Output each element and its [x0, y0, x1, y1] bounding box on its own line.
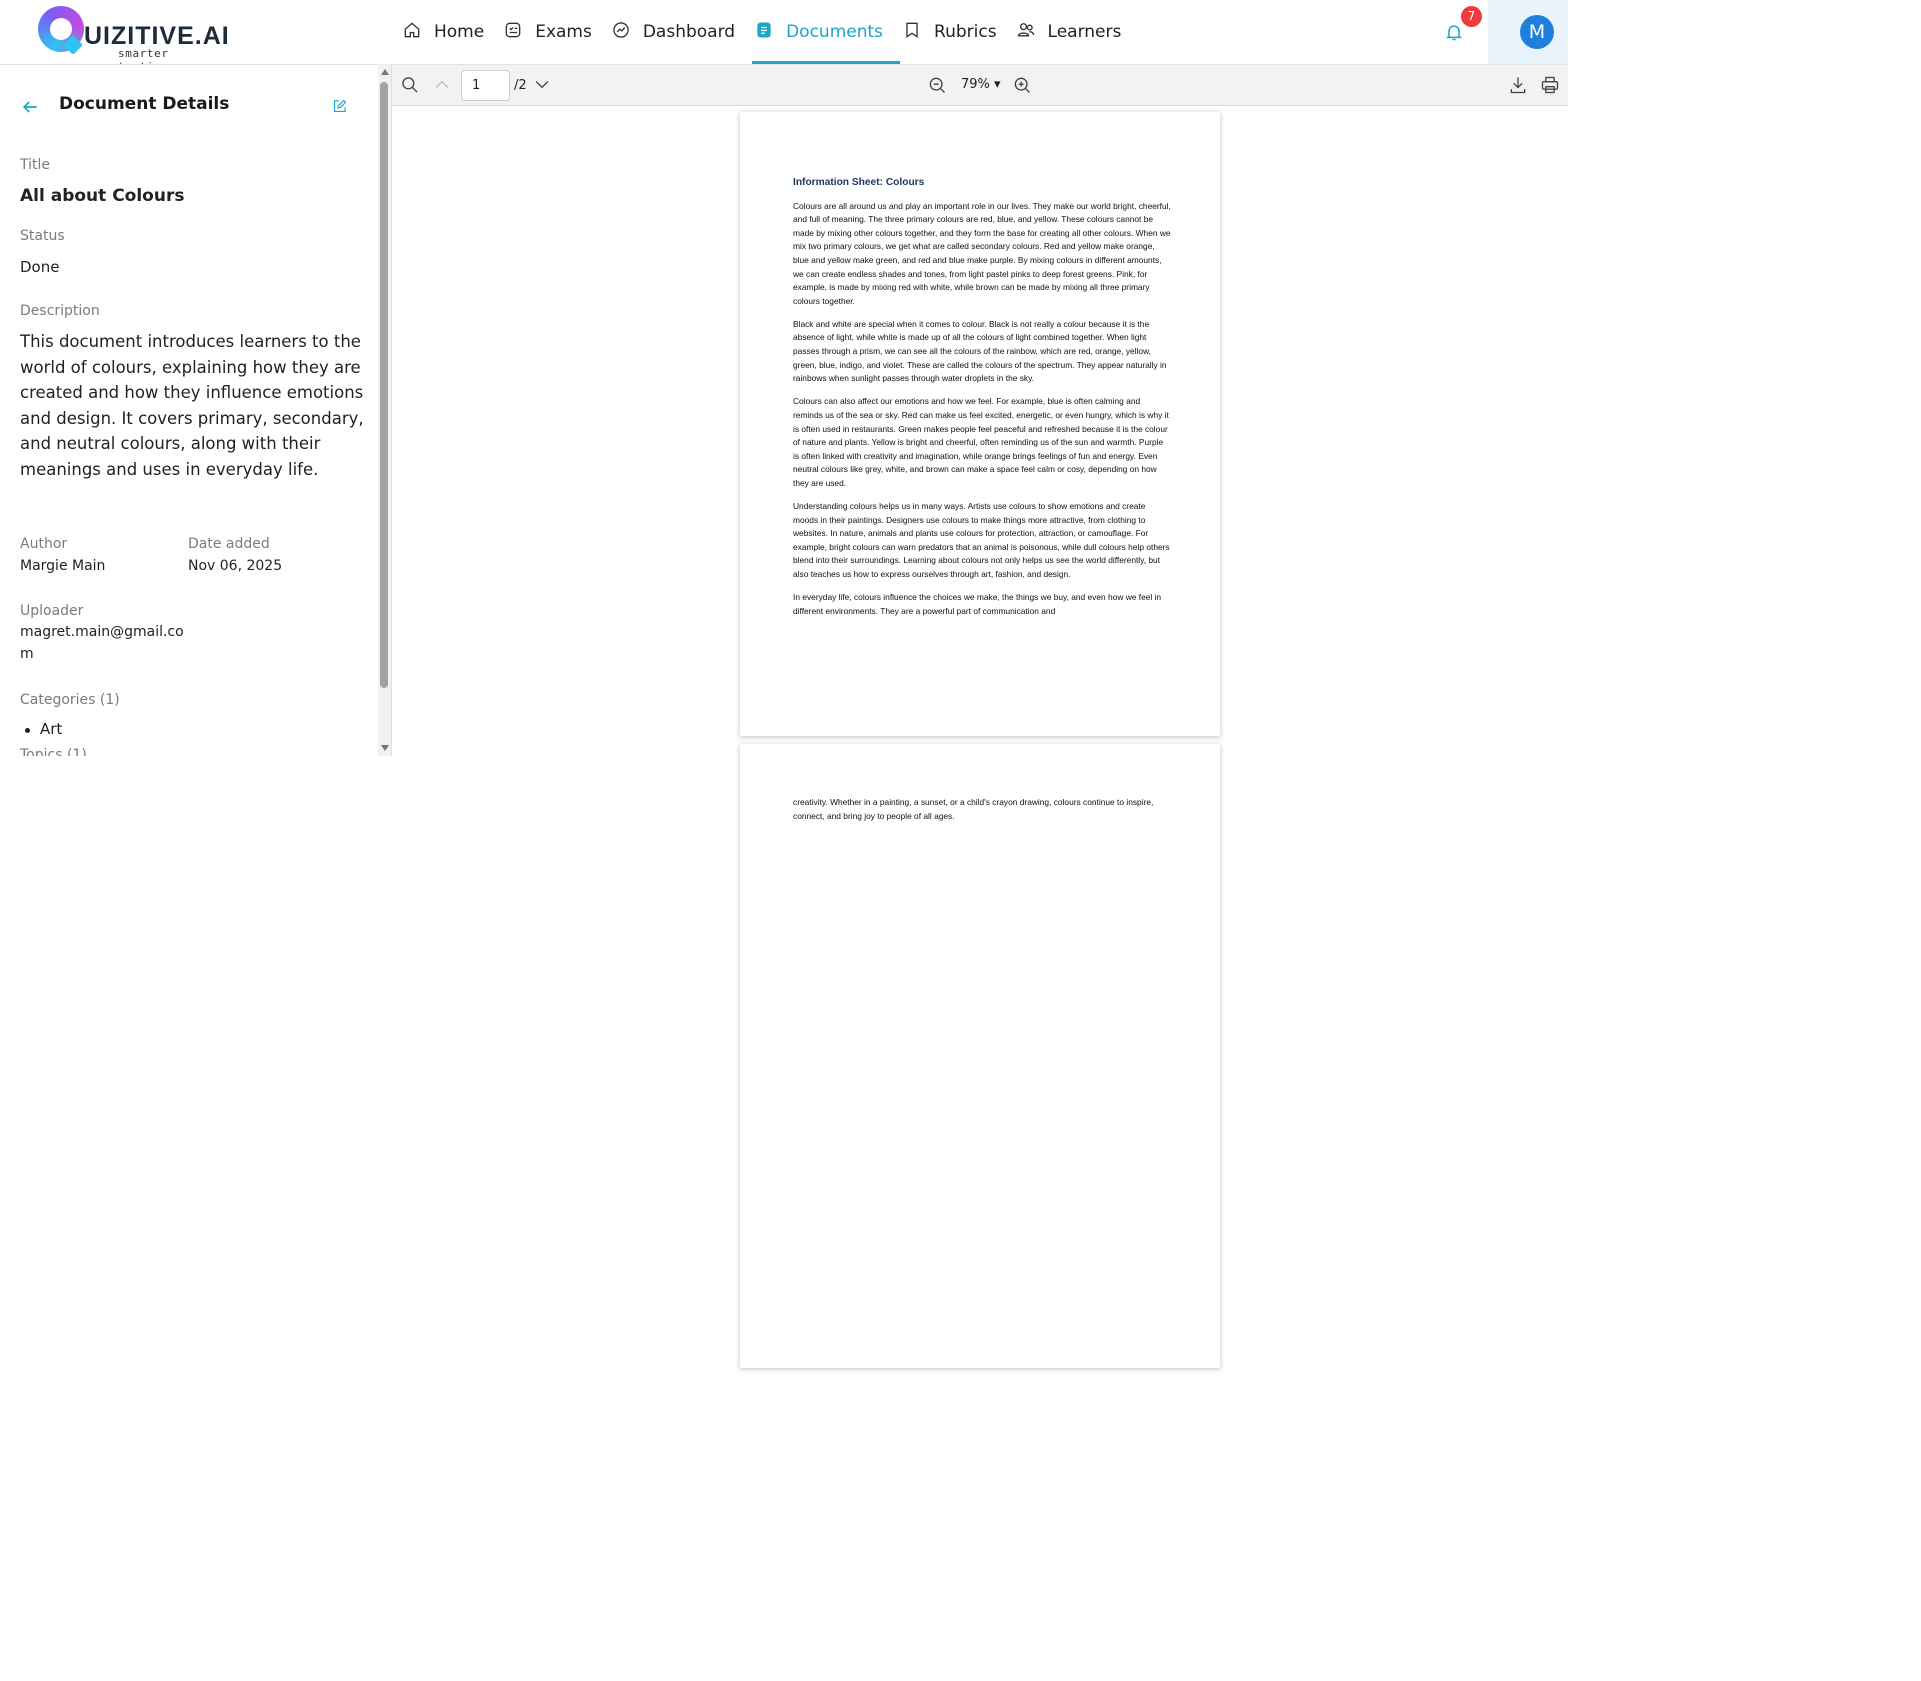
author-value: Margie Main — [20, 558, 106, 574]
date-added-value: Nov 06, 2025 — [188, 558, 283, 574]
description-label: Description — [20, 303, 100, 319]
nav-documents[interactable]: Documents — [752, 0, 900, 64]
nav-exams-label: Exams — [535, 22, 592, 42]
pdf-page-1: Information Sheet: Colours Colours are a… — [740, 112, 1220, 736]
zoom-out-icon — [927, 77, 947, 99]
notifications-button[interactable] — [1444, 22, 1466, 44]
notification-count-badge: 7 — [1461, 6, 1482, 27]
download-button[interactable] — [1508, 75, 1528, 95]
search-button[interactable] — [400, 75, 420, 95]
chevron-up-icon — [432, 80, 452, 99]
printer-icon — [1540, 76, 1560, 99]
uploader-label: Uploader — [20, 603, 84, 619]
print-button[interactable] — [1540, 75, 1560, 95]
pdf-page-2: creativity. Whether in a painting, a sun… — [740, 744, 1220, 1368]
documents-icon — [754, 20, 774, 45]
learners-icon — [1016, 20, 1036, 45]
pdf-paragraph: Colours can also affect our emotions and… — [793, 396, 1169, 488]
previous-page-button[interactable] — [432, 75, 452, 95]
pdf-paragraph: Colours are all around us and play an im… — [793, 200, 1171, 306]
date-added-label: Date added — [188, 536, 270, 552]
avatar-container: M — [1488, 0, 1568, 64]
uploader-value: magret.main@gmail.com — [20, 624, 184, 662]
user-avatar[interactable]: M — [1520, 15, 1554, 49]
pdf-paragraph: Understanding colours helps us in many w… — [793, 500, 1170, 579]
author-label: Author — [20, 536, 68, 552]
description-value: This document introduces learners to the… — [20, 332, 364, 479]
pdf-page-1-content: Information Sheet: Colours Colours are a… — [793, 176, 1171, 628]
nav-dashboard-label: Dashboard — [642, 22, 736, 42]
zoom-in-button[interactable] — [1012, 75, 1032, 95]
category-item: Art — [40, 720, 63, 738]
nav-rubrics[interactable]: Rubrics — [900, 0, 1014, 64]
zoom-out-button[interactable] — [927, 75, 947, 95]
dashboard-icon — [611, 20, 631, 45]
document-details-panel: Document Details Title All about Colours… — [0, 64, 378, 756]
download-icon — [1508, 77, 1528, 99]
chevron-down-icon — [532, 79, 552, 98]
bell-icon — [1444, 25, 1464, 46]
status-label: Status — [20, 228, 65, 244]
arrow-left-icon — [20, 101, 40, 121]
nav-exams[interactable]: Exams — [501, 0, 609, 64]
category-bullet — [25, 728, 30, 733]
rubrics-icon — [902, 20, 922, 45]
nav-dashboard[interactable]: Dashboard — [609, 0, 752, 64]
scroll-up-arrow-icon[interactable] — [381, 69, 389, 75]
top-navigation-bar: UIZITIVE.AI smarter testing Home Exams D… — [0, 0, 1568, 73]
nav-learners[interactable]: Learners — [1014, 0, 1139, 64]
nav-learners-label: Learners — [1047, 22, 1122, 42]
pdf-heading: Information Sheet: Colours — [793, 177, 925, 188]
categories-label: Categories (1) — [20, 692, 120, 708]
back-button[interactable] — [20, 97, 40, 117]
nav-home[interactable]: Home — [400, 0, 501, 64]
nav-rubrics-label: Rubrics — [934, 22, 997, 42]
details-scrollbar[interactable] — [378, 64, 392, 756]
edit-icon — [331, 99, 348, 119]
pdf-paragraph: In everyday life, colours influence the … — [793, 592, 1162, 616]
panel-heading: Document Details — [59, 94, 230, 114]
pdf-paragraph: Black and white are special when it come… — [793, 318, 1167, 384]
title-label: Title — [20, 157, 51, 173]
scrollbar-thumb[interactable] — [380, 82, 388, 688]
quizitive-logo[interactable]: UIZITIVE.AI smarter testing — [36, 6, 229, 73]
exams-icon — [503, 20, 523, 45]
main-nav: Home Exams Dashboard Documents Rubrics L… — [400, 0, 1138, 64]
page-number-input[interactable] — [461, 70, 510, 101]
pdf-viewer: /2 79% ▾ In — [392, 64, 1568, 1372]
nav-documents-label: Documents — [786, 22, 884, 42]
home-icon — [402, 20, 422, 45]
title-value: All about Colours — [20, 186, 185, 206]
edit-document-button[interactable] — [331, 98, 349, 116]
zoom-in-icon — [1012, 77, 1032, 99]
nav-home-label: Home — [434, 22, 485, 42]
scroll-down-arrow-icon[interactable] — [381, 745, 389, 751]
page-total: /2 — [514, 78, 527, 93]
pdf-page-2-content: creativity. Whether in a painting, a sun… — [793, 796, 1171, 833]
topics-label: Topics (1) — [20, 747, 87, 756]
zoom-level-select[interactable]: 79% ▾ — [961, 77, 1001, 92]
pdf-toolbar: /2 79% ▾ — [392, 64, 1568, 106]
next-page-button[interactable] — [532, 74, 552, 94]
search-icon — [400, 77, 420, 99]
pdf-paragraph: creativity. Whether in a painting, a sun… — [793, 797, 1154, 821]
status-value: Done — [20, 258, 60, 276]
